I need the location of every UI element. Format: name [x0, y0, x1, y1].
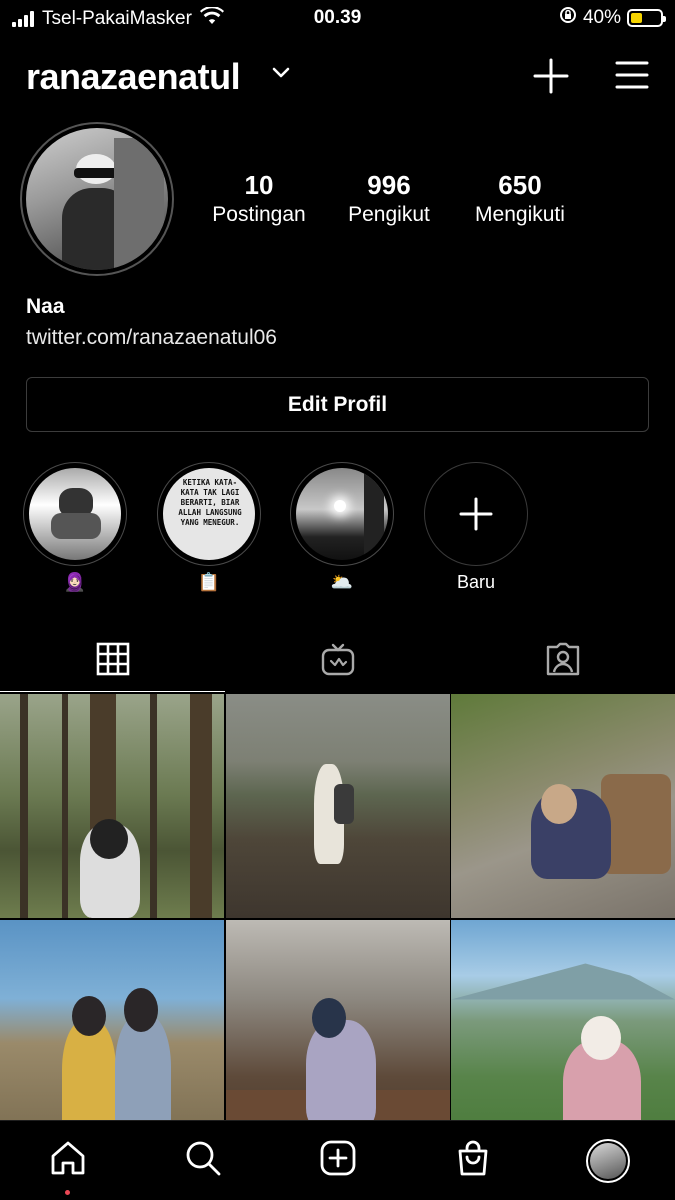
followers-label: Pengikut [348, 203, 430, 226]
edit-profile-button[interactable]: Edit Profil [26, 377, 649, 432]
stat-followers[interactable]: 996 Pengikut [327, 170, 451, 227]
tab-igtv[interactable] [225, 630, 450, 692]
profile-avatar [585, 1138, 630, 1183]
post-thumbnail[interactable] [451, 694, 675, 918]
highlight-label: Baru [456, 572, 496, 592]
display-name: Naa [26, 295, 65, 318]
avatar-photo [26, 128, 168, 270]
highlight-cover [296, 468, 388, 560]
menu-icon[interactable] [615, 60, 649, 95]
nav-shop[interactable] [405, 1121, 540, 1200]
tab-tagged[interactable] [450, 630, 675, 692]
highlight-label: 🧕🏻 [63, 572, 87, 592]
highlight-label: 🌥️ [330, 572, 354, 592]
nav-home[interactable] [0, 1121, 135, 1200]
stat-following[interactable]: 650 Mengikuti [457, 170, 583, 227]
highlight-ring [23, 462, 127, 566]
bottom-nav [0, 1120, 675, 1200]
highlight-cover [29, 468, 121, 560]
stat-posts[interactable]: 10 Postingan [195, 170, 323, 227]
highlight-ring: KETIKA KATA-KATA TAK LAGI BERARTI, BIAR … [157, 462, 261, 566]
following-count: 650 [498, 170, 542, 200]
highlight-3[interactable]: 🌥️ [290, 462, 394, 596]
highlight-ring [290, 462, 394, 566]
search-icon [184, 1139, 222, 1182]
profile-tabs [0, 630, 675, 692]
plus-icon [459, 497, 493, 531]
orientation-lock-icon [559, 6, 577, 30]
post-thumbnail[interactable] [451, 919, 675, 1144]
post-thumbnail[interactable] [0, 919, 224, 1144]
battery-percent: 40% [582, 7, 621, 28]
notification-dot [65, 1190, 70, 1195]
highlight-label: 📋 [197, 572, 221, 592]
chevron-down-icon[interactable] [270, 62, 292, 89]
post-thumbnail[interactable] [225, 694, 450, 918]
home-icon [49, 1139, 87, 1182]
username[interactable]: ranazaenatul [26, 56, 241, 98]
grid-icon [96, 642, 130, 681]
battery-icon [627, 9, 666, 27]
highlight-1[interactable]: 🧕🏻 [23, 462, 127, 596]
status-right: 40% [559, 6, 666, 30]
shop-icon [454, 1139, 492, 1182]
nav-profile[interactable] [540, 1121, 675, 1200]
create-icon [319, 1139, 357, 1182]
tab-grid[interactable] [0, 630, 225, 692]
highlight-2[interactable]: KETIKA KATA-KATA TAK LAGI BERARTI, BIAR … [157, 462, 261, 596]
posts-grid [0, 694, 675, 1144]
nav-search[interactable] [135, 1121, 270, 1200]
igtv-icon [320, 641, 356, 682]
profile-avatar[interactable] [20, 122, 174, 276]
new-highlight-button[interactable] [424, 462, 528, 566]
bio-link[interactable]: twitter.com/ranazaenatul06 [26, 326, 277, 350]
post-thumbnail[interactable] [225, 919, 450, 1144]
following-label: Mengikuti [475, 203, 565, 226]
profile-header: ranazaenatul [26, 52, 649, 102]
tagged-icon [545, 641, 581, 682]
post-thumbnail[interactable] [0, 694, 224, 918]
highlight-cover: KETIKA KATA-KATA TAK LAGI BERARTI, BIAR … [163, 468, 255, 560]
nav-create[interactable] [270, 1121, 405, 1200]
status-bar: Tsel-PakaiMasker 00.39 40% [0, 0, 675, 36]
posts-count: 10 [244, 170, 274, 200]
highlight-quote-text: KETIKA KATA-KATA TAK LAGI BERARTI, BIAR … [178, 478, 242, 527]
posts-label: Postingan [212, 203, 306, 226]
followers-count: 996 [367, 170, 411, 200]
highlight-new[interactable]: Baru [424, 462, 528, 596]
new-post-plus-icon[interactable] [533, 58, 569, 99]
